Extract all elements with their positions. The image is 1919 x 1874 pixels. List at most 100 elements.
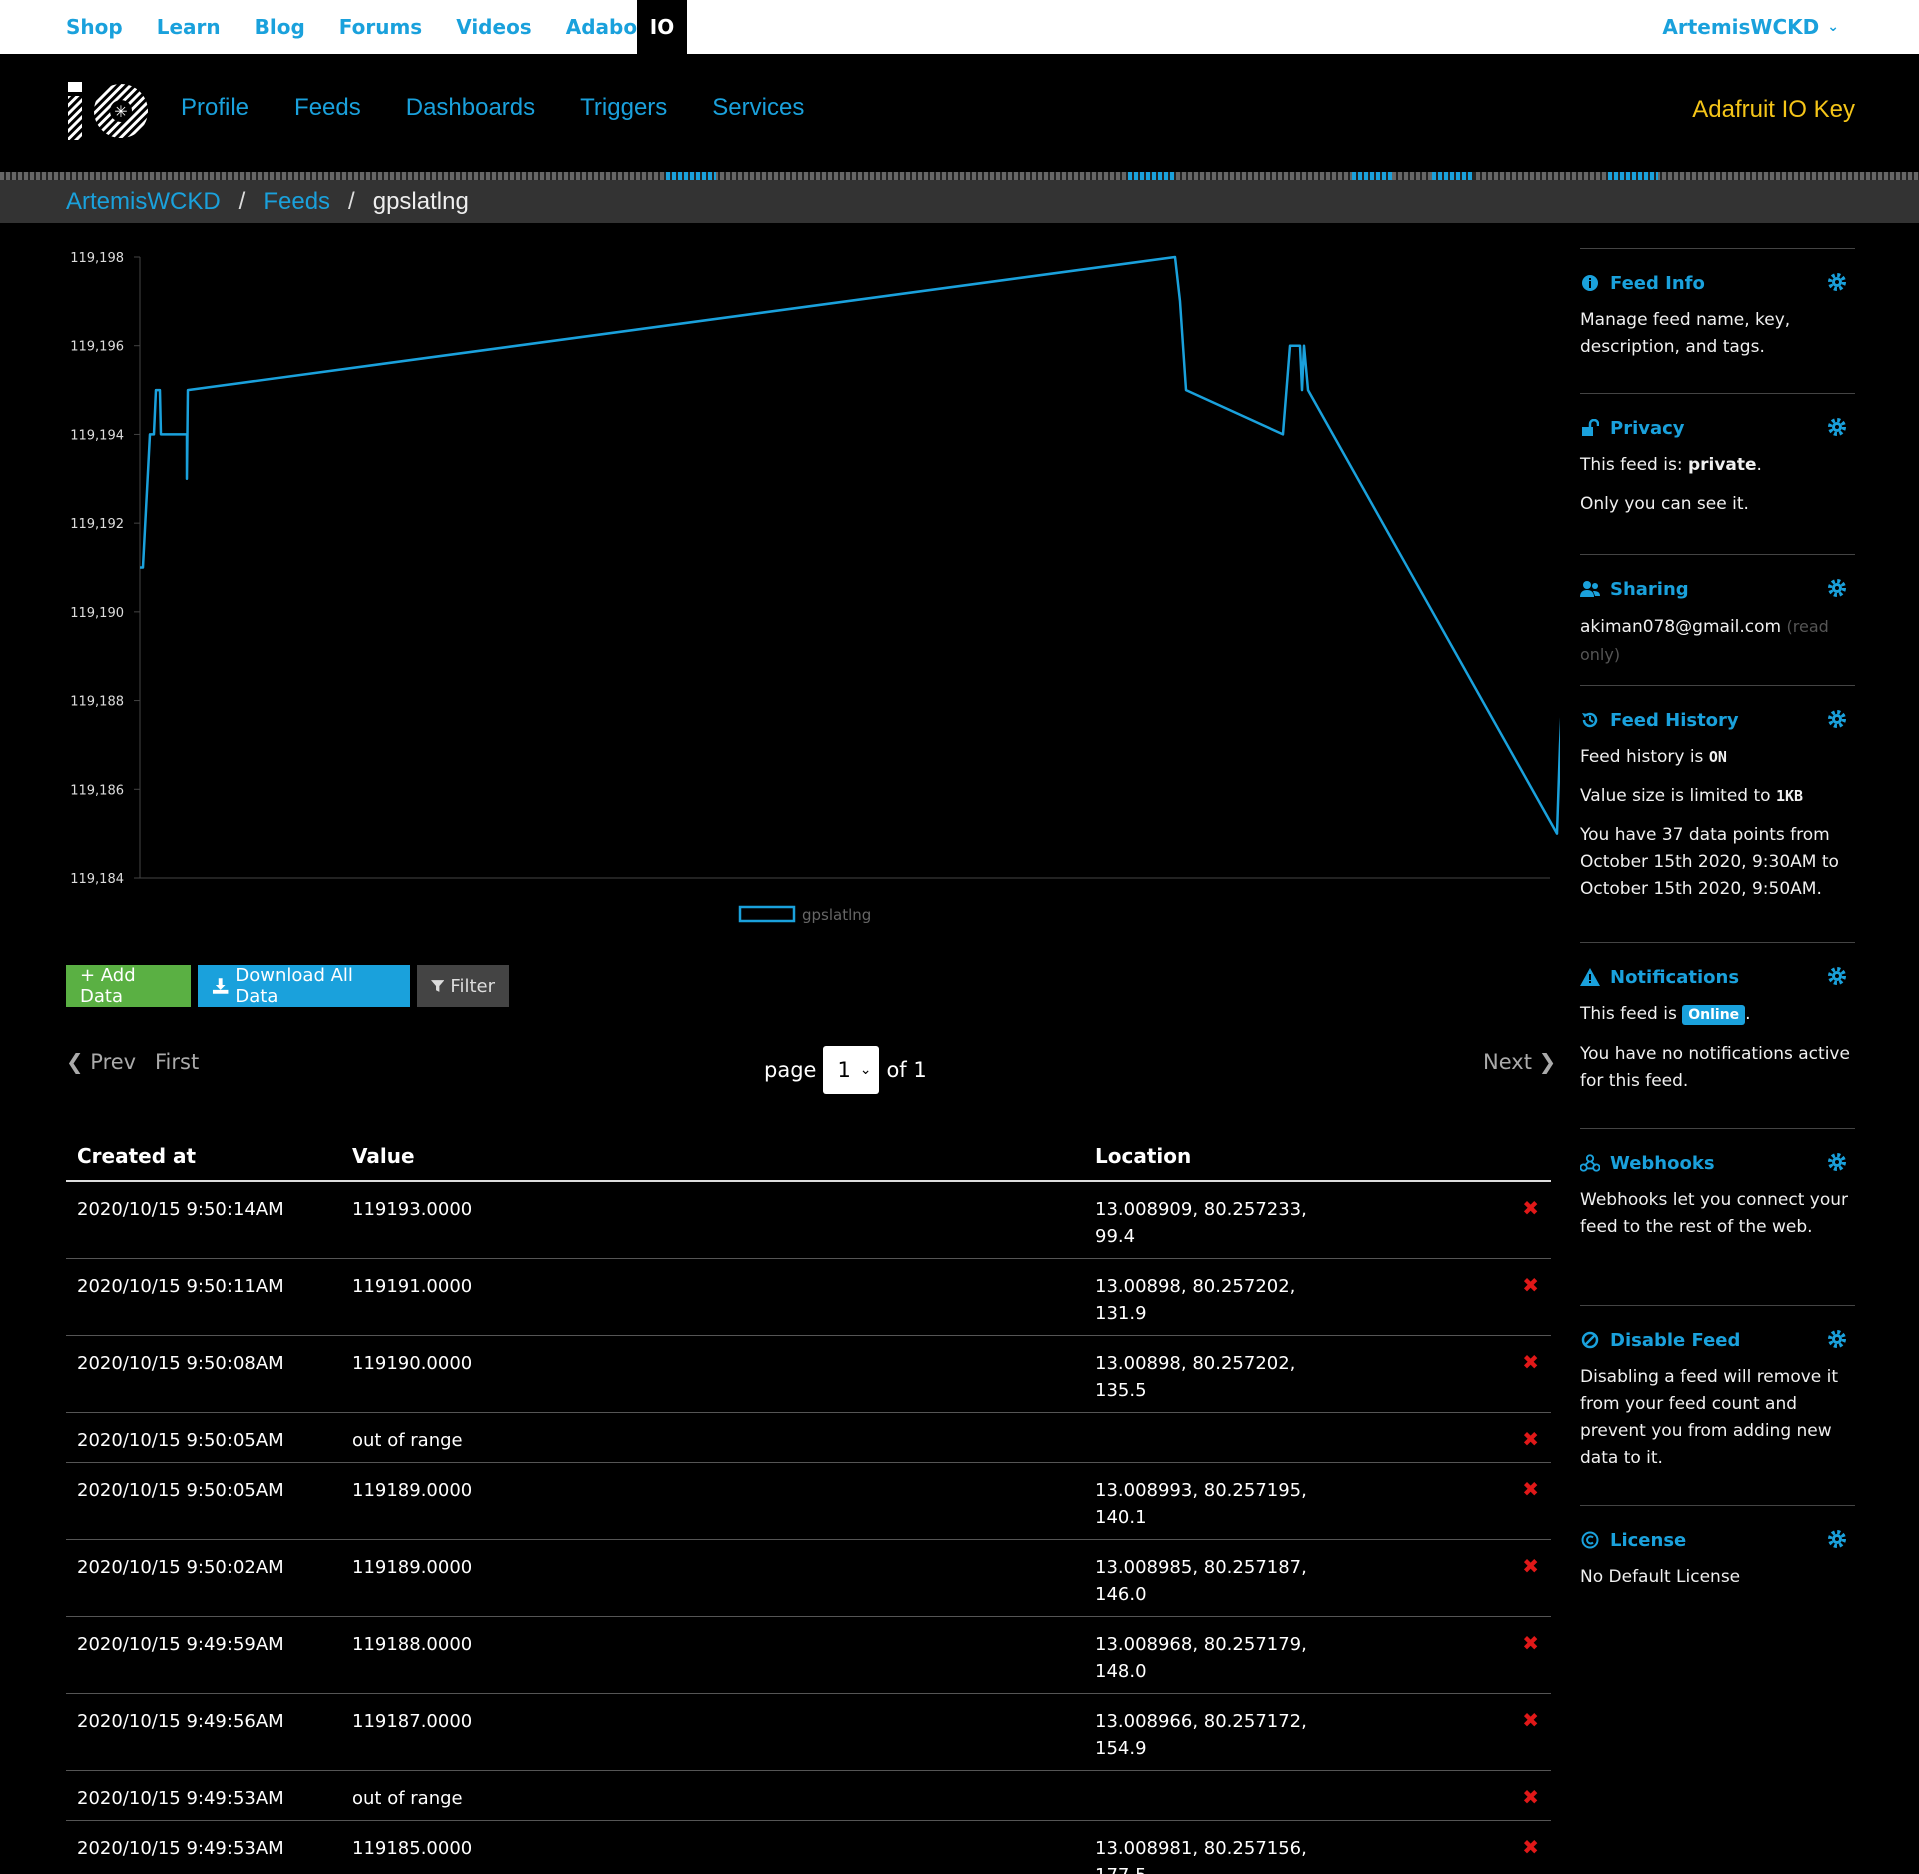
warning-icon bbox=[1580, 967, 1600, 987]
cell-location-coords: 13.008981, 80.257156, bbox=[1095, 1838, 1307, 1859]
license-title[interactable]: License bbox=[1580, 1528, 1855, 1552]
add-data-button[interactable]: + Add Data bbox=[66, 965, 191, 1007]
nav-videos[interactable]: Videos bbox=[456, 15, 532, 39]
cell-location-coords: 13.00898, 80.257202, bbox=[1095, 1353, 1296, 1374]
y-tick-label: 119,188 bbox=[70, 695, 124, 710]
table-row: 2020/10/15 9:49:56AM 119187.0000 13.008966… bbox=[66, 1694, 1551, 1771]
nav-learn[interactable]: Learn bbox=[157, 15, 221, 39]
table-body: 2020/10/15 9:50:14AM 119193.0000 13.008909… bbox=[66, 1182, 1551, 1874]
gear-icon[interactable] bbox=[1827, 1152, 1847, 1172]
delete-icon[interactable]: ✖ bbox=[1522, 1785, 1539, 1809]
table-row: 2020/10/15 9:50:02AM 119189.0000 13.008985… bbox=[66, 1540, 1551, 1617]
history-summary: You have 37 data points from October 15t… bbox=[1580, 825, 1839, 899]
filter-button[interactable]: Filter bbox=[417, 965, 509, 1007]
table-row: 2020/10/15 9:50:08AM 119190.0000 13.00898,… bbox=[66, 1336, 1551, 1413]
delete-icon[interactable]: ✖ bbox=[1522, 1708, 1539, 1732]
feed-info-title[interactable]: Feed Info bbox=[1580, 271, 1855, 295]
notifications-title[interactable]: Notifications bbox=[1580, 965, 1855, 989]
cell-location bbox=[1095, 1785, 1355, 1812]
feed-info-label: Feed Info bbox=[1610, 272, 1705, 294]
next-page-link[interactable]: Next ❯ bbox=[1483, 1050, 1556, 1074]
gear-icon[interactable] bbox=[1827, 417, 1847, 437]
ban-icon bbox=[1580, 1330, 1600, 1350]
io-nav-dashboards[interactable]: Dashboards bbox=[406, 94, 535, 122]
delete-icon[interactable]: ✖ bbox=[1522, 1554, 1539, 1578]
cell-created-at: 2020/10/15 9:50:11AM bbox=[77, 1276, 284, 1297]
delete-icon[interactable]: ✖ bbox=[1522, 1477, 1539, 1501]
license-text: No Default License bbox=[1580, 1567, 1741, 1587]
page-select-value: 1 bbox=[837, 1058, 851, 1082]
delete-icon[interactable]: ✖ bbox=[1522, 1273, 1539, 1297]
cell-location-coords: 13.008993, 80.257195, bbox=[1095, 1480, 1307, 1501]
license-label: License bbox=[1610, 1529, 1687, 1551]
disable-feed-text: Disabling a feed will remove it from you… bbox=[1580, 1367, 1839, 1468]
webhooks-title[interactable]: Webhooks bbox=[1580, 1151, 1855, 1175]
y-tick-label: 119,196 bbox=[70, 340, 124, 355]
site-nav: Shop Learn Blog Forums Videos Adabox IO … bbox=[0, 0, 1919, 54]
prev-page-link[interactable]: ❮ Prev bbox=[66, 1050, 136, 1074]
feed-sidebar: Feed Info Manage feed name, key, descrip… bbox=[1580, 248, 1855, 1605]
gear-icon[interactable] bbox=[1827, 1529, 1847, 1549]
delete-icon[interactable]: ✖ bbox=[1522, 1427, 1539, 1451]
table-header: Created at Value Location bbox=[66, 1130, 1551, 1182]
gear-icon[interactable] bbox=[1827, 1329, 1847, 1349]
adafruit-io-logo[interactable]: ✳ bbox=[66, 80, 150, 142]
io-nav-profile[interactable]: Profile bbox=[181, 94, 249, 122]
filter-icon bbox=[431, 980, 445, 992]
cell-location-coords: 13.008909, 80.257233, bbox=[1095, 1199, 1307, 1220]
gear-icon[interactable] bbox=[1827, 272, 1847, 292]
gear-icon[interactable] bbox=[1827, 578, 1847, 598]
feed-line-chart: 119,198 119,196 119,194 119,192 119,190 119,1… bbox=[70, 251, 1560, 924]
disable-feed-label: Disable Feed bbox=[1610, 1329, 1741, 1351]
user-menu[interactable]: ArtemisWCKD ⌄ bbox=[1662, 0, 1839, 54]
io-nav-feeds[interactable]: Feeds bbox=[294, 94, 361, 122]
page-label: page bbox=[764, 1058, 817, 1082]
breadcrumb-user[interactable]: ArtemisWCKD bbox=[66, 188, 221, 216]
cell-created-at: 2020/10/15 9:49:53AM bbox=[77, 1788, 284, 1809]
feed-history-title[interactable]: Feed History bbox=[1580, 708, 1855, 732]
nav-blog[interactable]: Blog bbox=[255, 15, 305, 39]
nav-shop[interactable]: Shop bbox=[66, 15, 123, 39]
io-nav-triggers[interactable]: Triggers bbox=[580, 94, 667, 122]
first-page-link[interactable]: First bbox=[155, 1050, 199, 1074]
sharing-title[interactable]: Sharing bbox=[1580, 577, 1855, 601]
io-nav-services[interactable]: Services bbox=[712, 94, 804, 122]
privacy-title[interactable]: Privacy bbox=[1580, 416, 1855, 440]
notifications-section: Notifications This feed is Online. You h… bbox=[1580, 942, 1855, 1128]
table-row: 2020/10/15 9:50:14AM 119193.0000 13.008909… bbox=[66, 1182, 1551, 1259]
page-select[interactable]: 1 ⌄ bbox=[823, 1046, 880, 1094]
delete-icon[interactable]: ✖ bbox=[1522, 1350, 1539, 1374]
cell-location: 13.008968, 80.257179, 148.0 bbox=[1095, 1631, 1355, 1685]
table-row: 2020/10/15 9:50:05AM 119189.0000 13.008993… bbox=[66, 1463, 1551, 1540]
download-all-data-button[interactable]: Download All Data bbox=[198, 965, 410, 1007]
delete-icon[interactable]: ✖ bbox=[1522, 1196, 1539, 1220]
gear-icon[interactable] bbox=[1827, 966, 1847, 986]
delete-icon[interactable]: ✖ bbox=[1522, 1631, 1539, 1655]
cell-location-elevation: 148.0 bbox=[1095, 1661, 1147, 1682]
nav-io-tab[interactable]: IO bbox=[637, 0, 687, 54]
header-value: Value bbox=[352, 1144, 415, 1168]
cell-created-at: 2020/10/15 9:49:53AM bbox=[77, 1838, 284, 1859]
cell-location-elevation: 177.5 bbox=[1095, 1865, 1147, 1874]
gear-icon[interactable] bbox=[1827, 709, 1847, 729]
decorative-stripe bbox=[0, 172, 1919, 180]
disable-feed-section: Disable Feed Disabling a feed will remov… bbox=[1580, 1305, 1855, 1505]
cell-location-coords: 13.00898, 80.257202, bbox=[1095, 1276, 1296, 1297]
legend-label: gpslatlng bbox=[802, 906, 871, 924]
cell-location-elevation: 131.9 bbox=[1095, 1303, 1147, 1324]
nav-forums[interactable]: Forums bbox=[339, 15, 422, 39]
cell-created-at: 2020/10/15 9:50:08AM bbox=[77, 1353, 284, 1374]
breadcrumb-separator: / bbox=[348, 187, 355, 215]
feed-info-section: Feed Info Manage feed name, key, descrip… bbox=[1580, 248, 1855, 393]
y-tick-label: 119,192 bbox=[70, 517, 124, 532]
delete-icon[interactable]: ✖ bbox=[1522, 1835, 1539, 1859]
table-row: 2020/10/15 9:49:53AM out of range ✖ bbox=[66, 1771, 1551, 1821]
cell-value: 119190.0000 bbox=[352, 1353, 473, 1374]
cell-created-at: 2020/10/15 9:50:14AM bbox=[77, 1199, 284, 1220]
io-header: ✳ Profile Feeds Dashboards Triggers Serv… bbox=[0, 54, 1919, 172]
header-location: Location bbox=[1095, 1144, 1192, 1168]
disable-feed-title[interactable]: Disable Feed bbox=[1580, 1328, 1855, 1352]
chevron-left-icon: ❮ bbox=[66, 1050, 84, 1074]
breadcrumb-feeds[interactable]: Feeds bbox=[263, 188, 330, 216]
io-key-link[interactable]: Adafruit IO Key bbox=[1692, 96, 1855, 124]
